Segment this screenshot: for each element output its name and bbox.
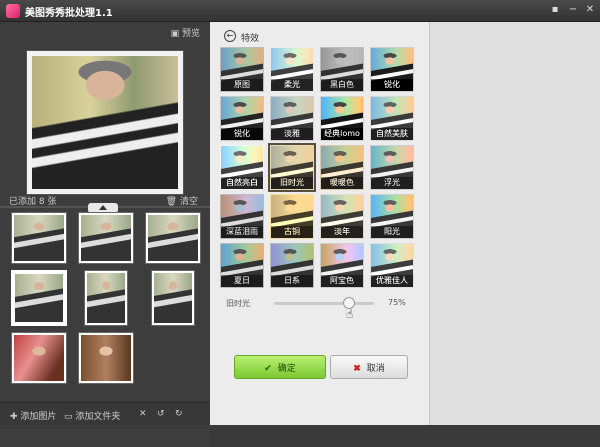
add-image-button[interactable]: ✚ 添加图片 <box>10 409 56 422</box>
thumbnail-selected[interactable] <box>11 270 67 326</box>
window-title: 美图秀秀批处理1.1 <box>25 8 113 19</box>
menu-icon[interactable]: ▪ <box>548 3 562 17</box>
effect-label: 自然美肤 <box>371 128 413 140</box>
left-panel: ▣ 预览 已添加 8 张 🗑 清空 ✚ 添加图片 ▭ 添加文件夹 ✕ ↺ ↻ <box>0 22 210 447</box>
effect-tile[interactable]: 淡年 <box>320 194 364 239</box>
status-bar <box>210 425 600 447</box>
effect-tile[interactable]: 自然美肤 <box>370 96 414 141</box>
preview-image-frame <box>26 50 184 195</box>
rotate-right-icon[interactable]: ↻ <box>175 409 183 419</box>
effect-tile[interactable]: 深蓝泪雨 <box>220 194 264 239</box>
effect-tile[interactable]: 自然亮白 <box>220 145 264 190</box>
effect-label: 淡年 <box>321 226 363 238</box>
title-bar: 美图秀秀批处理1.1 ▪ − ✕ <box>0 0 600 22</box>
right-panel: ← 特效 原图 柔光 黑白色 锐化 锐化 淡雅 经典lomo 自然美肤 自然亮白 旧时光 暖暖色 浮光… <box>210 22 600 447</box>
close-icon[interactable]: ✕ <box>583 3 597 17</box>
effect-tile[interactable]: 优雅佳人 <box>370 243 414 288</box>
effect-label: 淡雅 <box>271 128 313 140</box>
slider-label: 旧时光 <box>226 299 250 308</box>
effect-label: 日系 <box>271 275 313 287</box>
effect-label: 锐化 <box>371 79 413 91</box>
effect-tile[interactable]: 日系 <box>270 243 314 288</box>
effect-tile[interactable]: 阳光 <box>370 194 414 239</box>
effect-label: 夏日 <box>221 275 263 287</box>
add-folder-button[interactable]: ▭ 添加文件夹 <box>64 409 120 422</box>
rotate-left-icon[interactable]: ↺ <box>157 409 165 419</box>
effect-label: 暖暖色 <box>321 177 363 189</box>
effect-label: 锐化 <box>221 128 263 140</box>
effect-tile[interactable]: 黑白色 <box>320 47 364 92</box>
effect-label: 原图 <box>221 79 263 91</box>
add-folder-label: 添加文件夹 <box>75 412 121 422</box>
thumbnail[interactable] <box>78 212 134 264</box>
effect-label: 优雅佳人 <box>371 275 413 287</box>
thumbnail[interactable] <box>11 332 67 384</box>
effect-label: 浮光 <box>371 177 413 189</box>
effect-tile[interactable]: 锐化 <box>370 47 414 92</box>
effect-tile[interactable]: 淡雅 <box>270 96 314 141</box>
thumbnail[interactable] <box>78 332 134 384</box>
back-arrow-icon[interactable]: ← <box>224 30 236 42</box>
effect-tile[interactable]: 浮光 <box>370 145 414 190</box>
cross-icon: ✖ <box>353 362 361 373</box>
effect-tile[interactable]: 经典lomo <box>320 96 364 141</box>
panel-title: 特效 <box>241 34 260 44</box>
thumbnail[interactable] <box>151 270 195 326</box>
effect-tile[interactable]: 阿宝色 <box>320 243 364 288</box>
effect-tile[interactable]: 夏日 <box>220 243 264 288</box>
effect-label: 黑白色 <box>321 79 363 91</box>
effects-panel: ← 特效 原图 柔光 黑白色 锐化 锐化 淡雅 经典lomo 自然美肤 自然亮白 旧时光 暖暖色 浮光… <box>210 22 430 425</box>
check-icon: ✔ <box>264 362 272 373</box>
effect-tile[interactable]: 古铜 <box>270 194 314 239</box>
app-logo-icon <box>6 4 20 18</box>
effect-tile[interactable]: 暖暖色 <box>320 145 364 190</box>
confirm-button[interactable]: ✔ 确定 <box>234 355 326 379</box>
bottom-toolbar: ✚ 添加图片 ▭ 添加文件夹 ✕ ↺ ↻ <box>0 402 210 425</box>
effect-tile[interactable]: 原图 <box>220 47 264 92</box>
effect-label: 旧时光 <box>271 177 313 189</box>
cancel-button[interactable]: ✖ 取消 <box>330 355 408 379</box>
thumbnail[interactable] <box>145 212 201 264</box>
effect-label: 经典lomo <box>321 128 363 140</box>
preview-photo <box>32 56 178 189</box>
folder-icon: ▭ <box>64 412 73 422</box>
slider-value: 75% <box>388 298 406 307</box>
effect-label: 阿宝色 <box>321 275 363 287</box>
minimize-icon[interactable]: − <box>566 3 580 17</box>
effect-tile[interactable]: 锐化 <box>220 96 264 141</box>
effect-label: 古铜 <box>271 226 313 238</box>
thumbnail[interactable] <box>11 212 67 264</box>
slider-track[interactable] <box>274 302 374 305</box>
effect-label: 深蓝泪雨 <box>221 226 263 238</box>
hand-cursor-icon: ☝ <box>346 307 354 321</box>
side-area <box>430 22 600 425</box>
cancel-label: 取消 <box>366 362 385 373</box>
effect-label: 自然亮白 <box>221 177 263 189</box>
effect-label: 柔光 <box>271 79 313 91</box>
thumbnail[interactable] <box>84 270 128 326</box>
effect-tile[interactable]: 旧时光 <box>268 143 316 192</box>
effect-tile[interactable]: 柔光 <box>270 47 314 92</box>
preview-button[interactable]: ▣ 预览 <box>171 26 200 39</box>
add-image-label: 添加图片 <box>20 412 57 422</box>
preview-label: 预览 <box>181 29 200 39</box>
effect-label: 阳光 <box>371 226 413 238</box>
confirm-label: 确定 <box>277 362 296 373</box>
preview-icon: ▣ <box>170 29 180 39</box>
plus-icon: ✚ <box>10 412 18 422</box>
delete-icon[interactable]: ✕ <box>139 409 147 419</box>
